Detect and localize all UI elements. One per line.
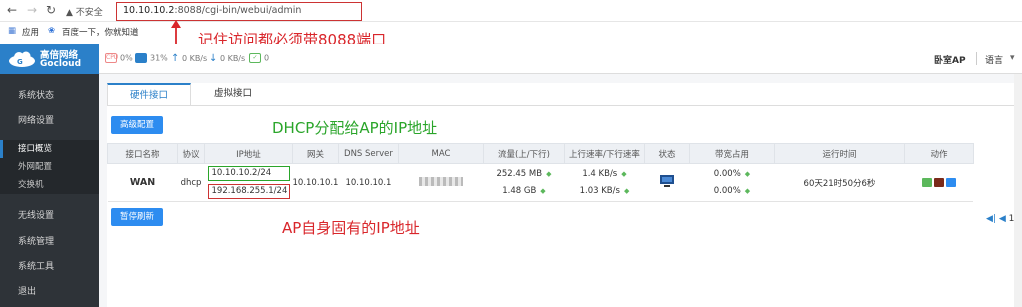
col-gateway: 网关 [292,143,339,164]
col-mac: MAC [397,143,484,164]
cell-gateway: 10.10.10.1 [292,163,339,202]
terminal-icon[interactable] [933,177,944,187]
sidebar-item-wireless[interactable]: 无线设置 [0,205,99,227]
cell-ip: 10.10.10.2/24 192.168.255.1/24 [204,163,293,202]
dot-icon: ◆ [546,169,552,178]
col-dns: DNS Server [337,143,399,164]
table-header-row: 接口名称 协议 IP地址 网关 DNS Server MAC 流量(上/下行) … [107,143,974,164]
sidebar-item-manage[interactable]: 系统管理 [0,231,99,253]
interface-table: 接口名称 协议 IP地址 网关 DNS Server MAC 流量(上/下行) … [107,143,974,202]
dhcp-annotation: DHCP分配给AP的IP地址 [272,119,438,137]
advanced-config-button[interactable]: 高级配置 [111,116,163,134]
tab-virtual[interactable]: 虚拟接口 [191,83,275,105]
cell-mac [398,163,484,202]
cpu-icon: CPU [105,53,119,63]
sidebar-item-switch[interactable]: 交换机 [0,176,99,194]
cell-rate: 1.4 KB/s ◆ 1.03 KB/s ◆ [564,163,645,202]
sidebar-item-tools[interactable]: 系统工具 [0,256,99,278]
sidebar-item-overview[interactable]: 接口概览 [0,140,99,158]
sidebar-item-wan[interactable]: 外网配置 [0,158,99,176]
col-name: 接口名称 [107,143,178,164]
svg-text:G: G [17,58,23,66]
cpu-stat: CPU 0% [105,53,133,63]
col-status: 状态 [643,143,690,164]
arrow-down-icon: ↓ [209,53,218,64]
tab-hardware[interactable]: 硬件接口 [107,83,191,105]
network-connected-icon [659,175,674,187]
cell-name: WAN [107,163,178,202]
cell-bandwidth: 0.00% ◆ 0.00% ◆ [689,163,775,202]
logo-text-en: Gocloud [40,59,82,69]
dot-icon: ◆ [744,186,751,195]
cloud-logo-icon: G [9,51,35,67]
cell-dns: 10.10.10.1 [338,163,399,202]
col-ip: IP地址 [204,143,293,164]
col-protocol: 协议 [177,143,205,164]
ip-dhcp: 10.10.10.2/24 [207,166,290,181]
prev-page-icon[interactable]: ◀ [999,214,1006,224]
download-stat: ↓ 0 KB/s [209,53,246,64]
sidebar: 系统状态 网络设置 接口概览 外网配置 交换机 无线设置 系统管理 系统工具 退… [0,74,99,307]
mac-redacted [418,176,463,186]
col-traffic: 流量(上/下行) [482,143,565,164]
first-page-icon[interactable]: ◀| [986,214,996,224]
device-name[interactable]: 卧室AP [934,53,966,66]
dot-icon: ◆ [744,169,751,178]
mem-stat: 31% [135,53,168,63]
arrow-up-icon: ↑ [171,53,180,64]
table-row: WAN dhcp 10.10.10.2/24 192.168.255.1/24 … [107,163,974,202]
chevron-down-icon[interactable]: ▾ [1010,53,1015,63]
col-uptime: 运行时间 [773,143,905,164]
edit-icon[interactable] [945,177,956,187]
monitor-icon: ✓ [249,53,261,63]
memory-icon [135,53,147,63]
cell-uptime: 60天21时50分6秒 [774,163,905,202]
cell-status [644,163,690,202]
ip-fixed: 192.168.255.1/24 [207,184,290,199]
cell-traffic: 252.45 MB ◆ 1.48 GB ◆ [483,163,565,202]
sidebar-item-network[interactable]: 网络设置 [0,110,99,132]
cell-protocol: dhcp [177,163,205,202]
refresh-icon[interactable] [921,177,932,187]
upload-stat: ↑ 0 KB/s [171,53,208,64]
col-bandwidth: 带宽占用 [688,143,775,164]
sidebar-item-logout[interactable]: 退出 [0,281,99,303]
clients-stat: ✓ 0 [249,53,269,63]
ap-ip-annotation: AP自身固有的IP地址 [282,219,420,237]
cell-actions [904,163,974,202]
dot-icon: ◆ [621,169,627,178]
dot-icon: ◆ [540,186,546,195]
dot-icon: ◆ [623,186,630,195]
col-rate: 上行速率/下行速率 [563,143,645,164]
pause-refresh-button[interactable]: 暂停刷新 [111,208,163,226]
col-action: 动作 [903,143,974,164]
sidebar-item-status[interactable]: 系统状态 [0,85,99,107]
language-menu[interactable]: 语言 [985,53,1003,66]
scrollbar[interactable] [1014,74,1022,307]
logo[interactable]: G 高倍网络 Gocloud [0,44,99,74]
app-header: G 高倍网络 Gocloud CPU 0% 31% ↑ 0 KB/s ↓ 0 KB… [0,44,1022,74]
